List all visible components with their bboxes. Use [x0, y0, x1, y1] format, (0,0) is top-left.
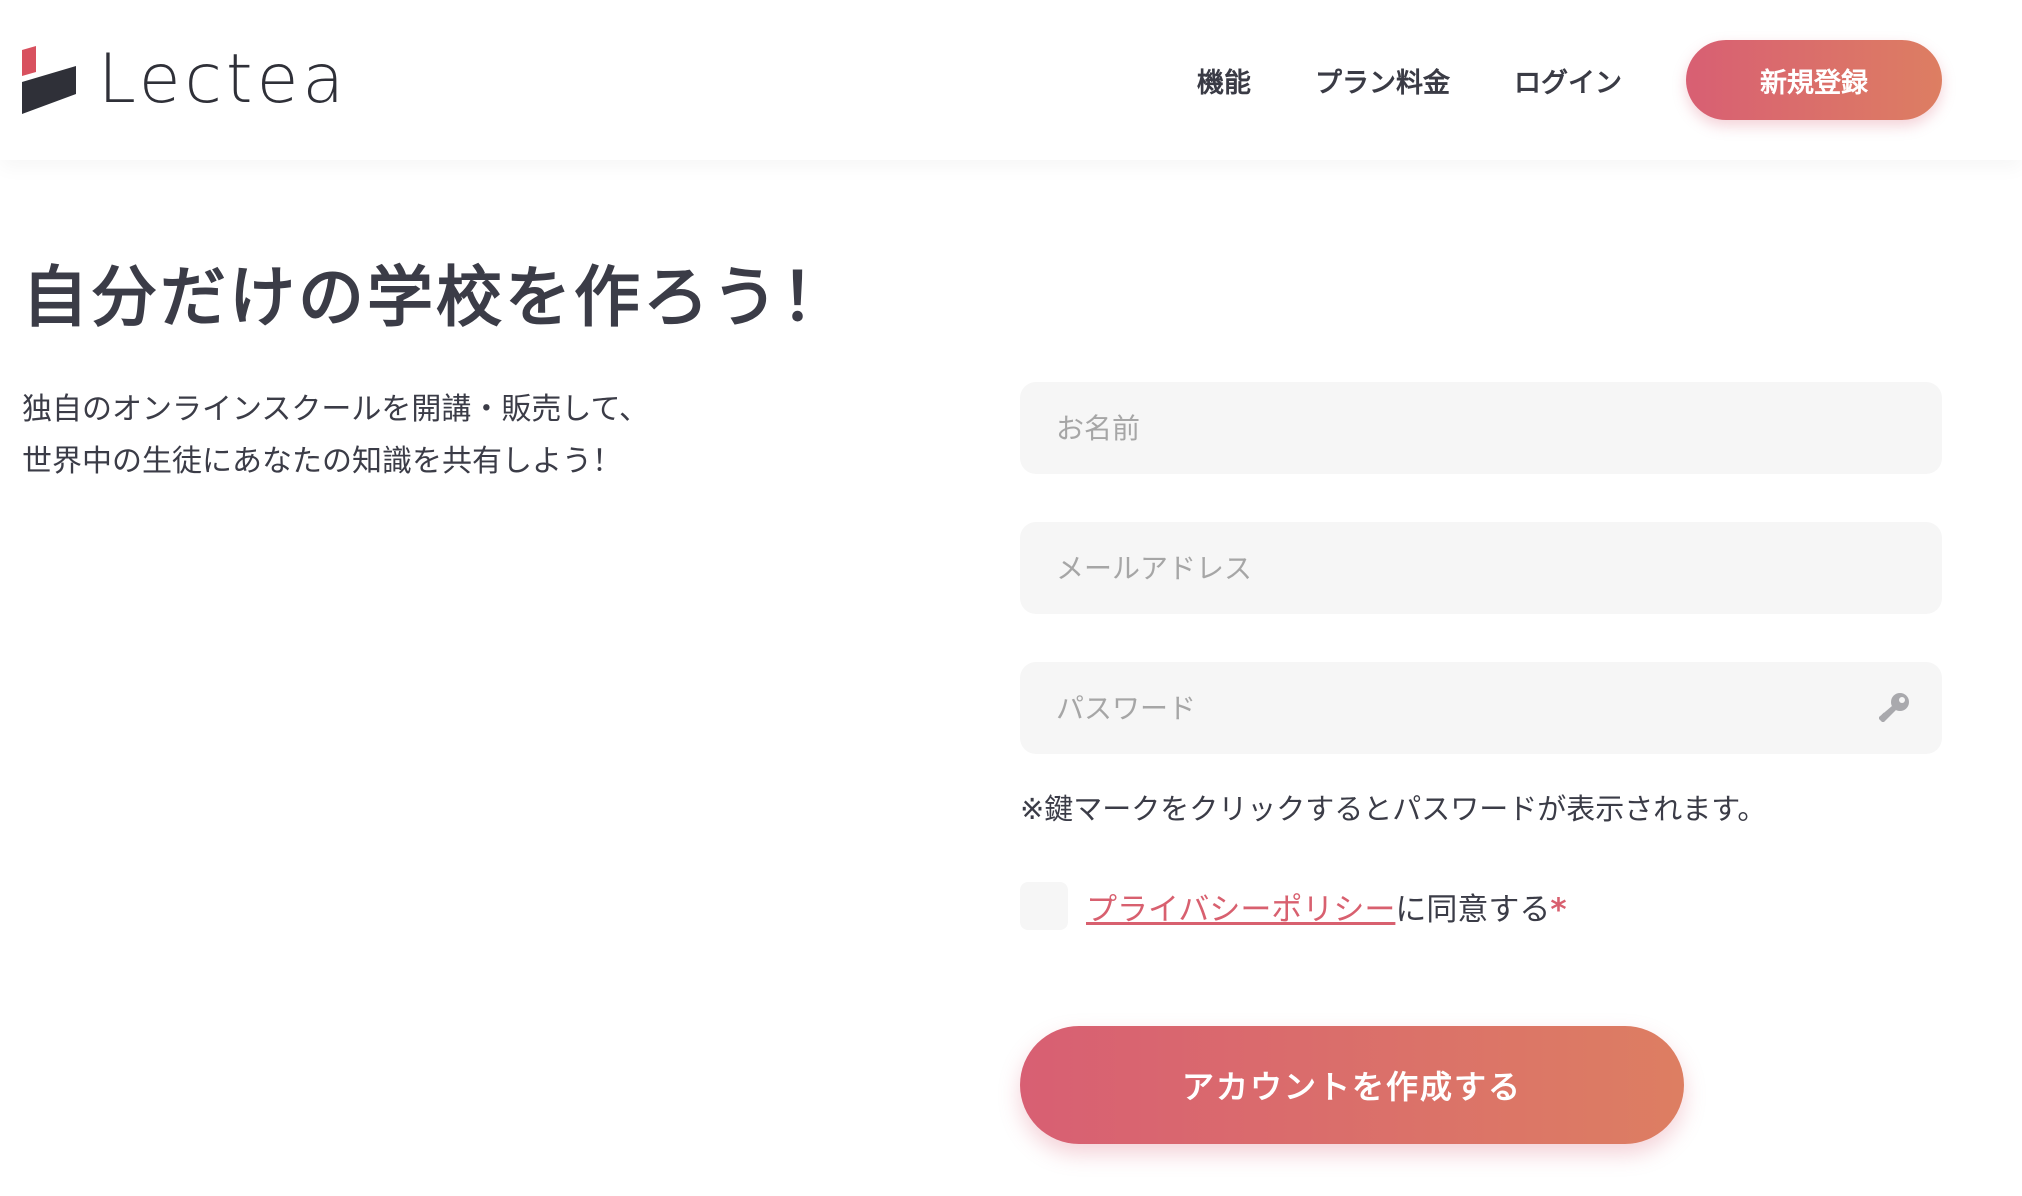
password-hint: ※鍵マークをクリックするとパスワードが表示されます。 [1020, 792, 1767, 826]
password-field-wrapper [1020, 662, 1942, 754]
logo[interactable]: Lectea [22, 44, 348, 116]
privacy-agree-row: プライバシーポリシーに同意する* [1020, 882, 1942, 930]
lectea-logo-icon [22, 46, 76, 114]
hero-title: 自分だけの学校を作ろう！ [22, 259, 850, 336]
logo-text: Lectea [98, 40, 349, 119]
privacy-policy-link[interactable]: プライバシーポリシー [1086, 892, 1395, 928]
required-mark: * [1550, 891, 1567, 928]
hero-description-line-1: 独自のオンラインスクールを開講・販売して、 [22, 392, 649, 427]
agree-suffix-text: に同意する [1395, 891, 1551, 928]
key-icon[interactable] [1876, 690, 1912, 726]
email-field-wrapper [1020, 522, 1942, 614]
email-input[interactable] [1020, 522, 1942, 614]
hero-description: 独自のオンラインスクールを開講・販売して、 世界中の生徒にあなたの知識を共有しよ… [22, 384, 822, 488]
main-nav: 機能 プラン料金 ログイン 新規登録 [1197, 40, 1942, 120]
signup-form: ※鍵マークをクリックするとパスワードが表示されます。 プライバシーポリシーに同意… [1020, 382, 1942, 1144]
privacy-agree-label: プライバシーポリシーに同意する* [1086, 884, 1567, 929]
name-input[interactable] [1020, 382, 1942, 474]
site-header: Lectea 機能 プラン料金 ログイン 新規登録 [0, 0, 2022, 160]
nav-login-link[interactable]: ログイン [1514, 61, 1622, 100]
name-field-wrapper [1020, 382, 1942, 474]
password-input[interactable] [1020, 662, 1942, 754]
nav-features-link[interactable]: 機能 [1197, 61, 1251, 100]
hero-description-line-2: 世界中の生徒にあなたの知識を共有しよう！ [22, 444, 622, 479]
nav-pricing-link[interactable]: プラン料金 [1315, 61, 1450, 100]
signup-button[interactable]: 新規登録 [1686, 40, 1942, 120]
privacy-agree-checkbox[interactable] [1020, 882, 1068, 930]
create-account-button[interactable]: アカウントを作成する [1020, 1026, 1684, 1144]
